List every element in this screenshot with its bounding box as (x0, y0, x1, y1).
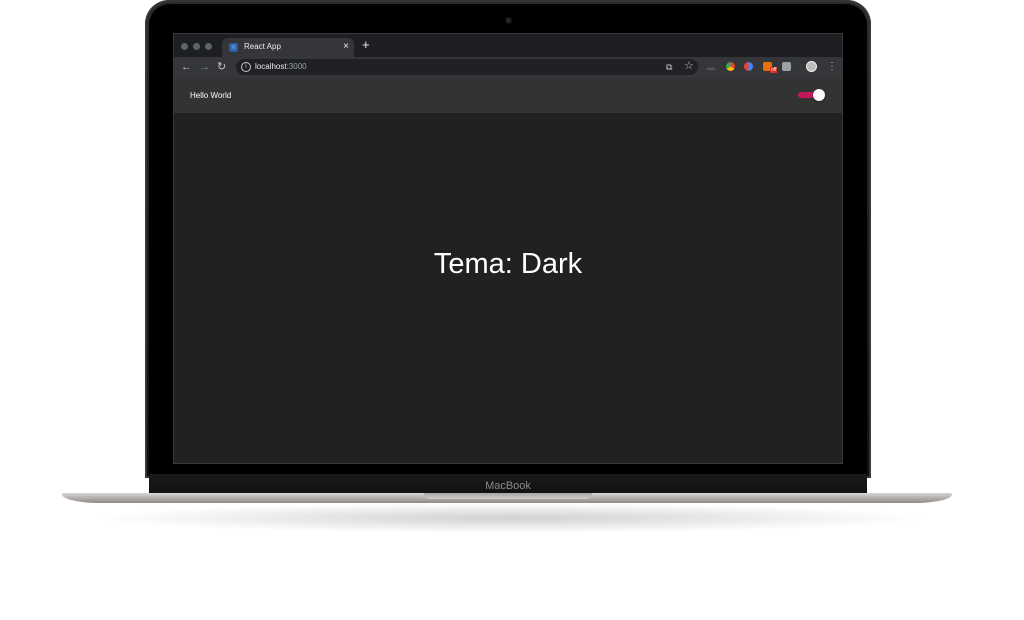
camera-icon (506, 18, 511, 23)
address-bar[interactable]: i localhost:3000 ⧉ ☆ (236, 59, 698, 75)
url-host: localhost (255, 62, 287, 71)
theme-label: Tema: Dark (433, 248, 583, 280)
tab-react-app[interactable]: ⚛ React App × (222, 38, 354, 57)
tab-strip: ⚛ React App × + (174, 34, 842, 57)
extension-icon[interactable]: ▬ (707, 61, 715, 75)
page-content: Tema: Dark (174, 113, 842, 463)
new-tab-button[interactable]: + (362, 38, 370, 52)
camera-extension-icon[interactable] (782, 62, 791, 71)
browser-toolbar: ← → ↻ i localhost:3000 ⧉ ☆ ▬ off ⋮ (174, 57, 842, 78)
url-port: :3000 (286, 62, 307, 71)
forward-arrow-icon[interactable]: → (199, 60, 210, 74)
profile-avatar[interactable] (806, 61, 817, 72)
laptop-shadow (90, 503, 930, 533)
close-icon[interactable]: × (343, 40, 349, 54)
theme-switch-thumb[interactable] (813, 89, 825, 101)
minimize-window-dot[interactable] (193, 43, 200, 50)
device-brand-label: MacBook (485, 480, 531, 492)
off-badge: off (770, 67, 778, 73)
close-window-dot[interactable] (181, 43, 188, 50)
app-header: Hello World (174, 78, 842, 113)
reload-icon[interactable]: ↻ (217, 60, 226, 74)
app-title: Hello World (190, 91, 232, 100)
tab-title: React App (244, 42, 281, 51)
bookmark-star-icon[interactable]: ☆ (684, 59, 694, 73)
zoom-window-dot[interactable] (205, 43, 212, 50)
laptop-notch (424, 493, 592, 499)
address-url: localhost:3000 (255, 61, 307, 73)
menu-kebab-icon[interactable]: ⋮ (827, 60, 837, 74)
back-arrow-icon[interactable]: ← (181, 60, 192, 74)
translate-icon[interactable]: ⧉ (666, 60, 672, 74)
chrome-extension-icon[interactable] (726, 62, 735, 71)
info-icon[interactable]: i (241, 62, 251, 72)
browser-window: ⚛ React App × + ← → ↻ i localhost:3000 ⧉… (173, 33, 843, 464)
react-logo-icon: ⚛ (229, 43, 238, 52)
color-extension-icon[interactable] (744, 62, 753, 71)
